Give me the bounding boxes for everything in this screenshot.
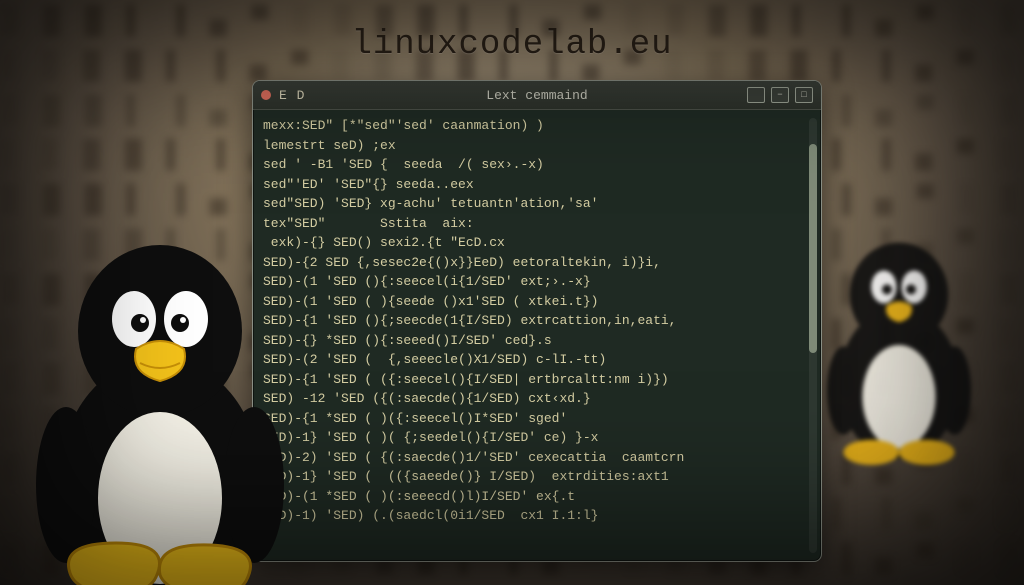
scrollbar[interactable] <box>809 118 817 553</box>
tux-mascot-left <box>10 223 310 585</box>
terminal-line: SED)-{} *SED (){:seeed()I/SED' ced}.s <box>263 331 803 351</box>
site-title: linuxcodelab.eu <box>0 26 1024 64</box>
terminal-line: mexx:SED" [*"sed"'sed' caanmation) ) <box>263 116 803 136</box>
terminal-line: SED)-(1 'SED (){:seecel(i{1/SED' ext;›.-… <box>263 272 803 292</box>
terminal-line: SED)-2) 'SED ( {(:saecde()1/'SED' cexeca… <box>263 448 803 468</box>
terminal-line: SED)-{2 SED {,sesec2e{()x}}EeD) eetoralt… <box>263 253 803 273</box>
close-icon[interactable] <box>261 90 271 100</box>
titlebar-badge: E D <box>279 88 305 103</box>
terminal-titlebar[interactable]: E D Lext cemmaind − □ <box>253 81 821 110</box>
restore-button[interactable]: □ <box>795 87 813 103</box>
terminal-line: SED) -12 'SED ({(:saecde(){1/SED) cxt‹xd… <box>263 389 803 409</box>
terminal-line: SED)-{1 'SED ( ({:seecel(){I/SED| ertbrc… <box>263 370 803 390</box>
scrollbar-thumb[interactable] <box>809 144 817 353</box>
terminal-line: SED)-1) 'SED) (.(saedcl(0i1/SED cx1 I.1:… <box>263 506 803 526</box>
minimize-button[interactable] <box>747 87 765 103</box>
terminal-line: SED)-{1 *SED ( )({:seecel()I*SED' sged' <box>263 409 803 429</box>
terminal-line: SED)-(2 'SED ( {,seeecle()X1/SED) c-lI.-… <box>263 350 803 370</box>
tux-mascot-right <box>804 225 994 465</box>
terminal-line: sed ' -B1 'SED { seeda /( sex›.-x) <box>263 155 803 175</box>
scene: ░ ▒ ▓ █ ▌ ▐ ▄ ▀ ░ ▒ ▓ █ ▌ ▐ ▄ ▀ ░ ▒ ▓ █ … <box>0 0 1024 585</box>
terminal-line: lemestrt seD) ;ex <box>263 136 803 156</box>
terminal-line: SED)-(1 *SED ( )(:seeecd()l)I/SED' ex{.t <box>263 487 803 507</box>
terminal-body[interactable]: mexx:SED" [*"sed"'sed' caanmation) ) lem… <box>253 110 821 561</box>
terminal-line: sed"SED) 'SED} xg-achu' tetuantn'ation,'… <box>263 194 803 214</box>
maximize-button[interactable]: − <box>771 87 789 103</box>
terminal-line: SED)-(1 'SED ( ){seede ()x1'SED ( xtkei.… <box>263 292 803 312</box>
terminal-line: SED)-1} 'SED ( )( {;seedel(){I/SED' ce) … <box>263 428 803 448</box>
window-traffic-lights <box>261 90 271 100</box>
terminal-line: SED)-1} 'SED ( (({saeede()} I/SED) extrd… <box>263 467 803 487</box>
terminal-line: sed"'ED' 'SED"{} seeda..eex <box>263 175 803 195</box>
window-controls: − □ <box>747 87 813 103</box>
window-title: Lext cemmaind <box>253 88 821 103</box>
terminal-line: SED)-{1 'SED (){;seecde(1{I/SED) extrcat… <box>263 311 803 331</box>
terminal-line: exk)-{} SED() sexi2.{t "EcD.cx <box>263 233 803 253</box>
terminal-window: E D Lext cemmaind − □ mexx:SED" [*"sed"'… <box>252 80 822 562</box>
terminal-line: tex"SED" Sstita aix: <box>263 214 803 234</box>
